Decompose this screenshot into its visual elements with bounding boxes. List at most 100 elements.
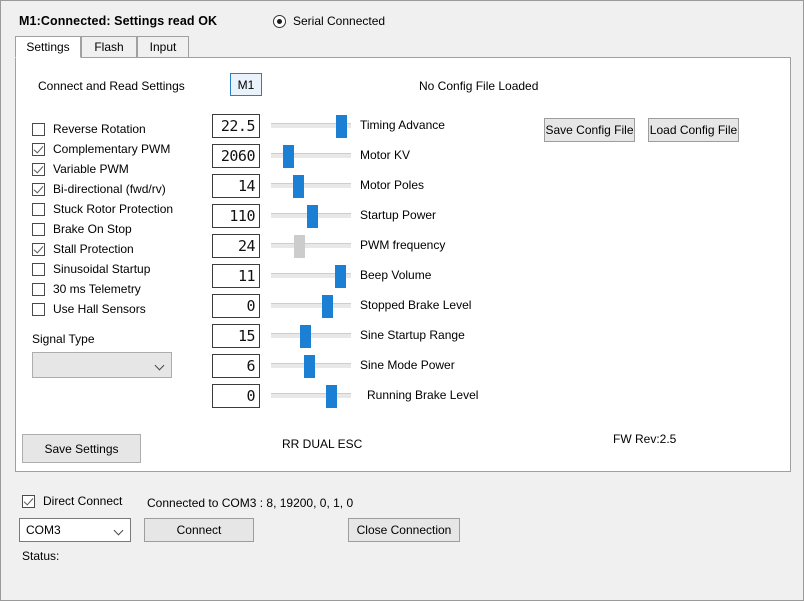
checkbox-label: Sinusoidal Startup — [53, 263, 150, 276]
setting-value-field[interactable]: 110 — [212, 204, 260, 228]
direct-connect-check-icon — [22, 495, 35, 508]
signal-type-label: Signal Type — [32, 332, 95, 346]
slider-thumb[interactable] — [293, 175, 304, 198]
checkbox-row[interactable]: Brake On Stop — [32, 219, 173, 239]
setting-value-text: 2060 — [221, 149, 255, 164]
checkbox-unchecked-icon — [32, 263, 45, 276]
checkbox-label: Use Hall Sensors — [53, 303, 146, 316]
checkbox-unchecked-icon — [32, 123, 45, 136]
setting-slider[interactable] — [271, 303, 351, 308]
close-connection-label: Close Connection — [357, 523, 452, 537]
setting-slider[interactable] — [271, 153, 351, 158]
direct-connect-label: Direct Connect — [43, 495, 122, 508]
setting-label: Timing Advance — [360, 118, 445, 132]
connection-status-title: M1:Connected: Settings read OK — [19, 14, 217, 28]
setting-value-field[interactable]: 2060 — [212, 144, 260, 168]
setting-label: Sine Startup Range — [360, 328, 465, 342]
setting-value-text: 0 — [246, 389, 255, 404]
slider-thumb[interactable] — [335, 265, 346, 288]
setting-label: Running Brake Level — [367, 388, 478, 402]
slider-thumb[interactable] — [322, 295, 333, 318]
checkbox-checked-icon — [32, 143, 45, 156]
slider-thumb[interactable] — [300, 325, 311, 348]
load-config-file-button[interactable]: Load Config File — [648, 118, 739, 142]
motor-m1-button[interactable]: M1 — [230, 73, 262, 96]
setting-slider[interactable] — [271, 393, 351, 398]
checkbox-row[interactable]: Stall Protection — [32, 239, 173, 259]
slider-thumb[interactable] — [307, 205, 318, 228]
setting-value-field[interactable]: 0 — [212, 384, 260, 408]
save-settings-button[interactable]: Save Settings — [22, 434, 141, 463]
setting-label: Stopped Brake Level — [360, 298, 471, 312]
config-file-status: No Config File Loaded — [419, 79, 538, 93]
checkbox-row[interactable]: Reverse Rotation — [32, 119, 173, 139]
connection-info-text: Connected to COM3 : 8, 19200, 0, 1, 0 — [147, 496, 353, 510]
setting-slider[interactable] — [271, 183, 351, 188]
esc-model-name: RR DUAL ESC — [282, 437, 362, 451]
signal-type-select[interactable] — [32, 352, 172, 378]
setting-label: Motor KV — [360, 148, 410, 162]
slider-thumb[interactable] — [283, 145, 294, 168]
setting-slider[interactable] — [271, 243, 351, 248]
setting-slider[interactable] — [271, 123, 351, 128]
checkbox-label: Variable PWM — [53, 163, 129, 176]
slider-thumb[interactable] — [326, 385, 337, 408]
setting-slider[interactable] — [271, 333, 351, 338]
close-connection-button[interactable]: Close Connection — [348, 518, 460, 542]
setting-value-text: 6 — [246, 359, 255, 374]
checkbox-unchecked-icon — [32, 303, 45, 316]
checkbox-label: 30 ms Telemetry — [53, 283, 141, 296]
checkbox-label: Stuck Rotor Protection — [53, 203, 173, 216]
checkbox-label: Brake On Stop — [53, 223, 132, 236]
setting-value-field[interactable]: 14 — [212, 174, 260, 198]
checkbox-row[interactable]: 30 ms Telemetry — [32, 279, 173, 299]
setting-value-text: 11 — [238, 269, 255, 284]
checkbox-row[interactable]: Use Hall Sensors — [32, 299, 173, 319]
setting-label: Motor Poles — [360, 178, 424, 192]
esc-configurator-window: M1:Connected: Settings read OK Serial Co… — [0, 0, 804, 601]
checkbox-checked-icon — [32, 243, 45, 256]
status-label: Status: — [22, 549, 59, 563]
com-port-select[interactable]: COM3 — [19, 518, 131, 542]
tab-input[interactable]: Input — [137, 36, 189, 58]
setting-value-field[interactable]: 22.5 — [212, 114, 260, 138]
serial-connected-radio[interactable]: Serial Connected — [273, 14, 385, 28]
setting-slider[interactable] — [271, 213, 351, 218]
checkbox-unchecked-icon — [32, 283, 45, 296]
checkbox-unchecked-icon — [32, 223, 45, 236]
checkbox-row[interactable]: Variable PWM — [32, 159, 173, 179]
setting-value-field[interactable]: 0 — [212, 294, 260, 318]
save-config-file-button[interactable]: Save Config File — [544, 118, 635, 142]
checkbox-checked-icon — [32, 183, 45, 196]
setting-value-text: 15 — [238, 329, 255, 344]
slider-thumb[interactable] — [294, 235, 305, 258]
setting-label: Startup Power — [360, 208, 436, 222]
setting-value-field[interactable]: 6 — [212, 354, 260, 378]
tab-flash-label: Flash — [94, 40, 123, 54]
checkbox-label: Stall Protection — [53, 243, 134, 256]
chevron-down-icon — [156, 361, 165, 370]
tab-settings[interactable]: Settings — [15, 36, 81, 58]
checkbox-row[interactable]: Bi-directional (fwd/rv) — [32, 179, 173, 199]
setting-slider[interactable] — [271, 273, 351, 278]
setting-value-field[interactable]: 11 — [212, 264, 260, 288]
checkbox-row[interactable]: Stuck Rotor Protection — [32, 199, 173, 219]
firmware-revision: FW Rev:2.5 — [613, 432, 676, 446]
checkbox-row[interactable]: Complementary PWM — [32, 139, 173, 159]
setting-value-text: 110 — [229, 209, 255, 224]
setting-slider[interactable] — [271, 363, 351, 368]
slider-thumb[interactable] — [304, 355, 315, 378]
slider-thumb[interactable] — [336, 115, 347, 138]
chevron-down-icon — [115, 526, 124, 535]
setting-value-field[interactable]: 24 — [212, 234, 260, 258]
connect-and-read-label: Connect and Read Settings — [38, 79, 185, 93]
com-port-value: COM3 — [26, 523, 61, 537]
setting-label: Beep Volume — [360, 268, 431, 282]
direct-connect-checkbox[interactable]: Direct Connect — [22, 495, 122, 508]
checkbox-row[interactable]: Sinusoidal Startup — [32, 259, 173, 279]
setting-value-field[interactable]: 15 — [212, 324, 260, 348]
tab-flash[interactable]: Flash — [81, 36, 137, 58]
connect-button[interactable]: Connect — [144, 518, 254, 542]
checkbox-label: Bi-directional (fwd/rv) — [53, 183, 166, 196]
serial-connected-label: Serial Connected — [293, 14, 385, 28]
